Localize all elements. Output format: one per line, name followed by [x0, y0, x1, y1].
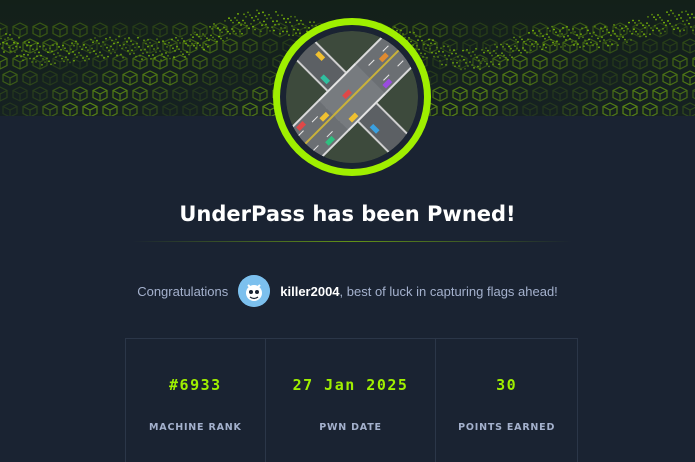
avatar-image	[238, 275, 271, 307]
stat-value: 30	[496, 376, 518, 394]
title-divider	[132, 241, 572, 242]
underpass-highway-machine-icon	[286, 31, 418, 163]
stat-label: PWN DATE	[319, 422, 382, 433]
stat-value: 27 Jan 2025	[292, 376, 409, 394]
stat-machine-rank: #6933 MACHINE RANK	[126, 339, 266, 462]
stat-value: #6933	[169, 376, 222, 394]
username-link[interactable]: killer2004	[280, 284, 339, 299]
congratulations-line: Congratulations killer2004 , best of luc…	[0, 274, 695, 308]
stat-label: POINTS EARNED	[458, 422, 556, 433]
page-title: UnderPass has been Pwned!	[179, 202, 516, 226]
user-avatar-icon[interactable]	[238, 275, 271, 307]
pwned-card: UnderPass has been Pwned! Congratulation…	[0, 0, 695, 462]
stat-label: MACHINE RANK	[149, 422, 242, 433]
stats-panel: #6933 MACHINE RANK 27 Jan 2025 PWN DATE …	[125, 338, 578, 462]
stat-pwn-date: 27 Jan 2025 PWN DATE	[266, 339, 437, 462]
congrats-prefix: Congratulations	[137, 283, 229, 299]
machine-badge	[273, 18, 431, 176]
stat-points-earned: 30 POINTS EARNED	[436, 339, 577, 462]
congrats-suffix: , best of luck in capturing flags ahead!	[339, 283, 558, 299]
